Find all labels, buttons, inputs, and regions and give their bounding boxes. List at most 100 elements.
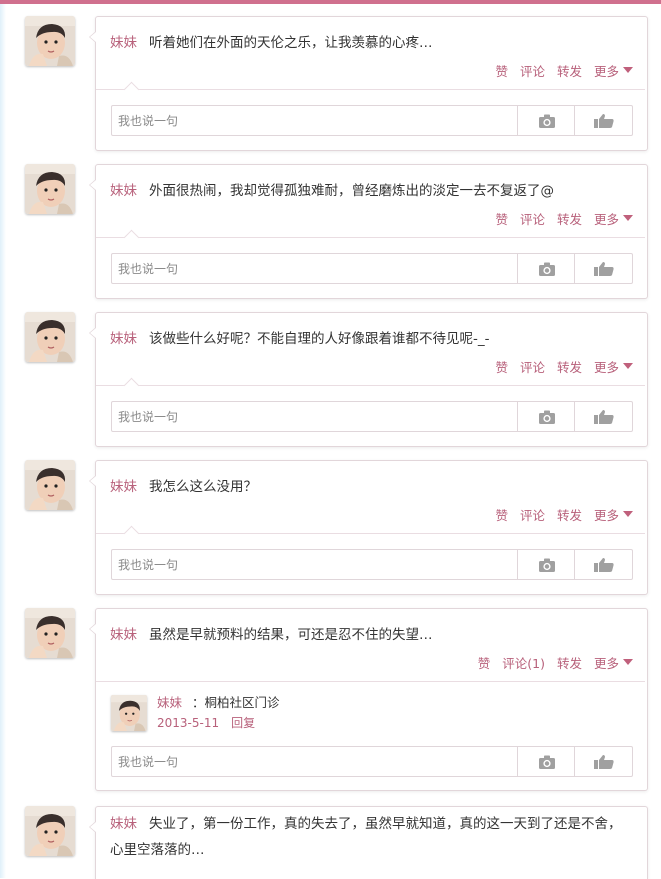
- divider-caret: [123, 229, 140, 246]
- triangle-down-icon: [623, 659, 633, 665]
- post-author[interactable]: 妹妹: [110, 816, 137, 832]
- avatar-image: [25, 460, 75, 510]
- share-link[interactable]: 转发: [557, 653, 582, 672]
- thumbs-up-icon: [594, 754, 614, 769]
- comment-input[interactable]: [112, 747, 517, 776]
- photo-button[interactable]: [517, 747, 575, 776]
- more-dropdown[interactable]: 更多: [594, 505, 633, 524]
- avatar-image: [25, 608, 75, 658]
- camera-icon: [538, 410, 555, 424]
- share-link[interactable]: 转发: [557, 61, 582, 80]
- comment-link[interactable]: 评论: [520, 505, 545, 524]
- photo-button[interactable]: [517, 106, 575, 135]
- card-divider: [96, 385, 645, 386]
- more-label: 更多: [593, 655, 619, 671]
- avatar[interactable]: [25, 164, 75, 214]
- post-card: 妹妹 听着她们在外面的天伦之乐，让我羡慕的心疼… 赞 评论 转发 更多: [89, 16, 648, 151]
- card-divider: [96, 533, 645, 534]
- comment-link[interactable]: 评论: [520, 357, 545, 376]
- post-message: 妹妹 听着她们在外面的天伦之乐，让我羡慕的心疼…: [110, 30, 630, 56]
- avatar[interactable]: [25, 312, 75, 362]
- share-link[interactable]: 转发: [557, 505, 582, 524]
- avatar[interactable]: [25, 608, 75, 658]
- card-divider: [96, 237, 645, 238]
- like-link[interactable]: 赞: [495, 61, 508, 80]
- camera-icon: [538, 114, 555, 128]
- post-card: 妹妹 虽然是早就预料的结果，可还是忍不住的失望… 赞 评论(1) 转发 更多 妹妹…: [89, 608, 648, 791]
- comment-link[interactable]: 评论: [520, 61, 545, 80]
- avatar[interactable]: [25, 16, 75, 66]
- thumbs-up-icon: [594, 557, 614, 572]
- camera-icon: [538, 755, 555, 769]
- reply-text: ：桐柏社区门诊: [192, 695, 280, 710]
- thumb-button[interactable]: [574, 747, 633, 776]
- post-card: 妹妹 该做些什么好呢？不能自理的人好像跟着谁都不待见呢-_- 赞 评论 转发 更多: [89, 312, 648, 447]
- post-actions: 赞 评论 转发 更多: [483, 61, 633, 79]
- like-link[interactable]: 赞: [495, 357, 508, 376]
- comment-link[interactable]: 评论(1): [502, 653, 545, 672]
- post-author[interactable]: 妹妹: [110, 627, 137, 643]
- more-dropdown[interactable]: 更多: [594, 357, 633, 376]
- reply-avatar[interactable]: [111, 695, 147, 731]
- post-message: 妹妹 失业了，第一份工作，真的失去了，虽然早就知道，真的这一天到了还是不舍，心里空…: [110, 811, 630, 863]
- like-link[interactable]: 赞: [495, 209, 508, 228]
- divider-caret: [123, 377, 140, 394]
- photo-button[interactable]: [517, 550, 575, 579]
- comment-box: [111, 549, 633, 580]
- avatar-image: [25, 16, 75, 66]
- photo-button[interactable]: [517, 254, 575, 283]
- card-divider: [96, 681, 645, 682]
- post-author[interactable]: 妹妹: [110, 35, 137, 51]
- more-dropdown[interactable]: 更多: [594, 61, 633, 80]
- triangle-down-icon: [623, 67, 633, 73]
- triangle-down-icon: [623, 215, 633, 221]
- photo-button[interactable]: [517, 402, 575, 431]
- camera-icon: [538, 558, 555, 572]
- post-author[interactable]: 妹妹: [110, 183, 137, 199]
- reply-author[interactable]: 妹妹: [157, 695, 182, 710]
- comment-box: [111, 105, 633, 136]
- comment-link[interactable]: 评论: [520, 209, 545, 228]
- divider-caret: [123, 525, 140, 542]
- thumb-button[interactable]: [574, 402, 633, 431]
- reply-item: 妹妹 ：桐柏社区门诊 2013-5-11 回复: [111, 695, 631, 735]
- avatar[interactable]: [25, 806, 75, 856]
- thumb-button[interactable]: [574, 254, 633, 283]
- post-text: 失业了，第一份工作，真的失去了，虽然早就知道，真的这一天到了还是不舍，心里空落落…: [110, 816, 622, 858]
- like-link[interactable]: 赞: [495, 505, 508, 524]
- post-actions: 赞 评论 转发 更多: [483, 505, 633, 523]
- thumbs-up-icon: [594, 409, 614, 424]
- comment-input[interactable]: [112, 550, 517, 579]
- thumb-button[interactable]: [574, 106, 633, 135]
- post-text: 外面很热闹，我却觉得孤独难耐，曾经磨炼出的淡定一去不复返了@: [149, 183, 554, 199]
- more-label: 更多: [593, 359, 619, 375]
- post-card: 妹妹 我怎么这么没用？ 赞 评论 转发 更多: [89, 460, 648, 595]
- post-message: 妹妹 该做些什么好呢？不能自理的人好像跟着谁都不待见呢-_-: [110, 326, 630, 352]
- comment-box: [111, 401, 633, 432]
- comment-input[interactable]: [112, 402, 517, 431]
- post-actions: 赞 评论 转发 更多: [483, 357, 633, 375]
- comment-input[interactable]: [112, 254, 517, 283]
- avatar-image: [25, 164, 75, 214]
- post-message: 妹妹 虽然是早就预料的结果，可还是忍不住的失望…: [110, 622, 630, 648]
- share-link[interactable]: 转发: [557, 357, 582, 376]
- reply-link[interactable]: 回复: [231, 716, 255, 730]
- camera-icon: [538, 262, 555, 276]
- more-label: 更多: [593, 63, 619, 79]
- thumb-button[interactable]: [574, 550, 633, 579]
- like-link[interactable]: 赞: [478, 653, 491, 672]
- comment-input[interactable]: [112, 106, 517, 135]
- post-card: 妹妹 外面很热闹，我却觉得孤独难耐，曾经磨炼出的淡定一去不复返了@ 赞 评论 转发…: [89, 164, 648, 299]
- reply-date: 2013-5-11: [157, 716, 220, 730]
- more-dropdown[interactable]: 更多: [594, 209, 633, 228]
- triangle-down-icon: [623, 363, 633, 369]
- post-text: 该做些什么好呢？不能自理的人好像跟着谁都不待见呢-_-: [149, 331, 490, 347]
- more-dropdown[interactable]: 更多: [594, 653, 633, 672]
- comment-box: [111, 746, 633, 777]
- post-author[interactable]: 妹妹: [110, 479, 137, 495]
- share-link[interactable]: 转发: [557, 209, 582, 228]
- reply-content: 妹妹 ：桐柏社区门诊: [157, 695, 280, 711]
- avatar[interactable]: [25, 460, 75, 510]
- thumbs-up-icon: [594, 261, 614, 276]
- post-author[interactable]: 妹妹: [110, 331, 137, 347]
